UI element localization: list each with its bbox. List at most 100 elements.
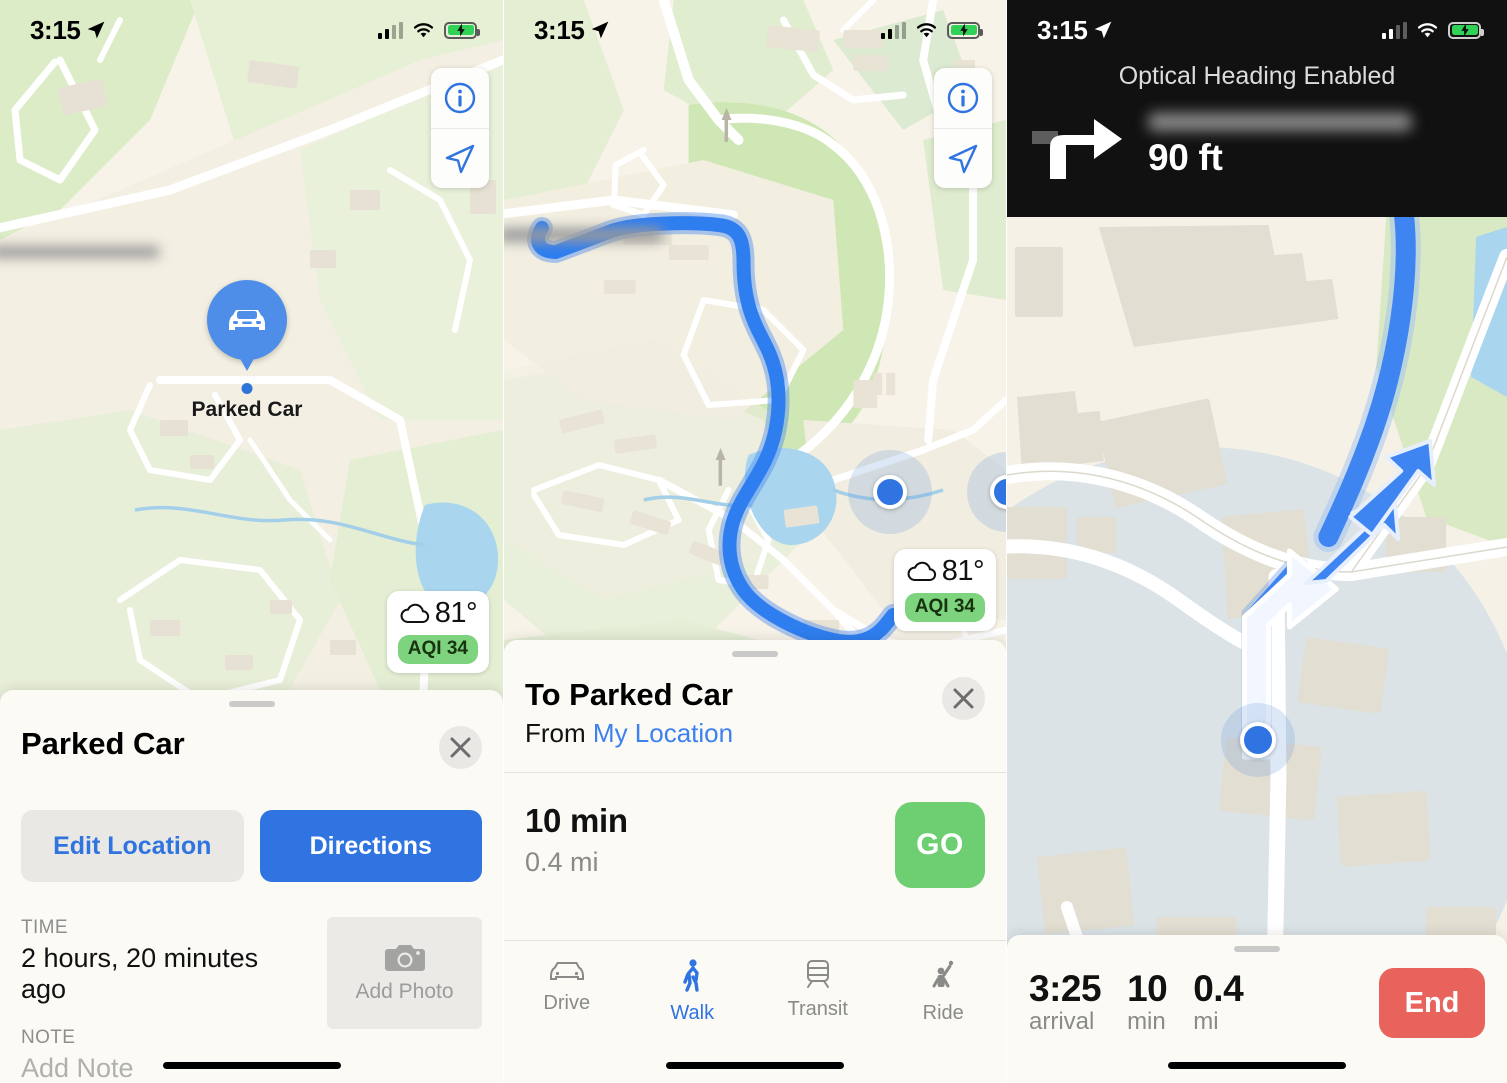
directions-button[interactable]: Directions [259,810,482,882]
weather-current: 81° [905,557,985,586]
screen-turn-by-turn-navigation: 3:15 Optical Heading Enabled 90 ft 3:25 … [1006,0,1507,1083]
tab-ride[interactable]: Ride [881,959,1007,1025]
add-photo-button[interactable]: Add Photo [327,917,482,1029]
tab-label: Transit [787,998,848,1020]
battery-charging-icon [1448,21,1484,39]
parked-car-sheet[interactable]: Parked Car Edit Location Directions TIME… [0,690,503,1083]
recenter-button[interactable] [934,128,992,188]
maneuver-distance: 90 ft [1148,137,1223,178]
cloud-icon [907,561,936,581]
route-sheet[interactable]: To Parked Car From My Location 10 min 0.… [504,640,1006,1083]
cellular-signal-icon [880,21,906,39]
edit-location-button[interactable]: Edit Location [21,810,244,882]
arrival-time: 3:25 [1029,967,1102,1009]
rideshare-icon [932,960,954,988]
close-icon [953,688,974,709]
turn-right-icon [1032,119,1122,179]
status-time: 3:15 [534,14,585,45]
info-button[interactable] [934,68,992,128]
route-title: To Parked Car [525,677,733,712]
status-right [377,21,480,39]
map-controls[interactable] [431,68,489,188]
status-left: 3:15 [534,15,610,46]
minutes-block: 10 min [1127,967,1168,1037]
tab-label: Ride [922,1002,964,1024]
battery-charging-icon [444,21,480,39]
weather-widget[interactable]: 81° AQI 34 [893,549,996,631]
optical-heading-status: Optical Heading Enabled [1118,62,1396,90]
navigation-sheet[interactable]: 3:25 arrival 10 min 0.4 mi End [1007,935,1507,1083]
cloud-icon [400,603,429,623]
close-button[interactable] [942,677,985,720]
location-arrow-icon [1095,21,1112,39]
minutes-caption: min [1127,1008,1166,1036]
screen-parked-car-detail: 3:15 81° AQI 34 Parked Car Parked Car Ed… [0,0,503,1083]
status-bar: 3:15 [1007,0,1507,52]
pin-bubble [207,280,287,360]
recenter-button[interactable] [431,128,489,188]
arrival-block: 3:25 arrival [1029,967,1102,1037]
status-bar: 3:15 [504,0,1006,52]
tab-drive[interactable]: Drive [504,959,630,1025]
home-indicator [666,1062,844,1069]
distance-block: 0.4 mi [1193,967,1244,1037]
maneuver-text: 90 ft [1148,109,1412,179]
tab-label: Walk [670,1002,715,1024]
car-icon [549,962,584,980]
wifi-icon [413,23,434,38]
note-label: NOTE [21,1027,76,1048]
wifi-icon [916,23,937,38]
route-summary: 10 min 0.4 mi [525,802,628,878]
locate-icon [445,144,475,173]
distance-value: 0.4 [1193,967,1244,1009]
close-button[interactable] [439,726,482,769]
close-icon [450,737,471,758]
info-button[interactable] [431,68,489,128]
status-left: 3:15 [30,15,106,46]
minutes-value: 10 [1127,967,1168,1009]
walking-icon [683,959,700,992]
battery-charging-icon [947,21,983,39]
status-time: 3:15 [30,14,81,45]
from-value[interactable]: My Location [593,718,733,748]
time-label: TIME [21,917,68,938]
info-icon [444,82,476,114]
tab-label: Drive [543,992,591,1014]
transport-mode-tabbar[interactable]: Drive Walk Transit Ride [504,940,1006,1025]
pin-label: Parked Car [191,398,303,421]
weather-widget[interactable]: 81° AQI 34 [386,591,489,673]
redacted-street-label-2 [504,228,663,242]
tab-walk[interactable]: Walk [630,959,756,1025]
route-duration: 10 min [525,802,628,839]
weather-current: 81° [398,599,478,628]
home-indicator [1168,1062,1346,1069]
train-icon [806,960,829,988]
location-arrow-icon [592,21,609,39]
camera-icon [384,945,425,971]
street-name-redacted [1148,113,1412,131]
navigation-banner[interactable]: Optical Heading Enabled 90 ft [1007,52,1507,217]
map-controls[interactable] [934,68,992,188]
end-navigation-button[interactable]: End [1379,968,1485,1038]
status-time: 3:15 [1037,14,1088,45]
location-arrow-icon [88,21,105,39]
locate-icon [948,144,978,173]
go-button[interactable]: GO [895,802,985,888]
info-icon [947,82,979,114]
distance-caption: mi [1193,1008,1219,1036]
arrival-caption: arrival [1029,1008,1095,1036]
pin-anchor-dot [241,383,253,394]
wifi-icon [1417,23,1438,38]
screen-route-preview: 3:15 81° AQI 34 To Parked Car From My Lo… [503,0,1006,1083]
tab-transit[interactable]: Transit [755,959,881,1025]
aqi-badge: AQI 34 [397,635,478,664]
home-indicator [162,1062,341,1069]
cellular-signal-icon [377,21,403,39]
route-origin-row: From My Location [525,718,733,749]
car-icon [229,310,265,330]
route-distance: 0.4 mi [525,847,599,877]
weather-temperature: 81° [941,555,985,587]
parked-car-pin[interactable]: Parked Car [192,280,302,421]
three-screenshot-strip: 3:15 81° AQI 34 Parked Car Parked Car Ed… [0,0,1507,1083]
weather-temperature: 81° [434,597,478,629]
